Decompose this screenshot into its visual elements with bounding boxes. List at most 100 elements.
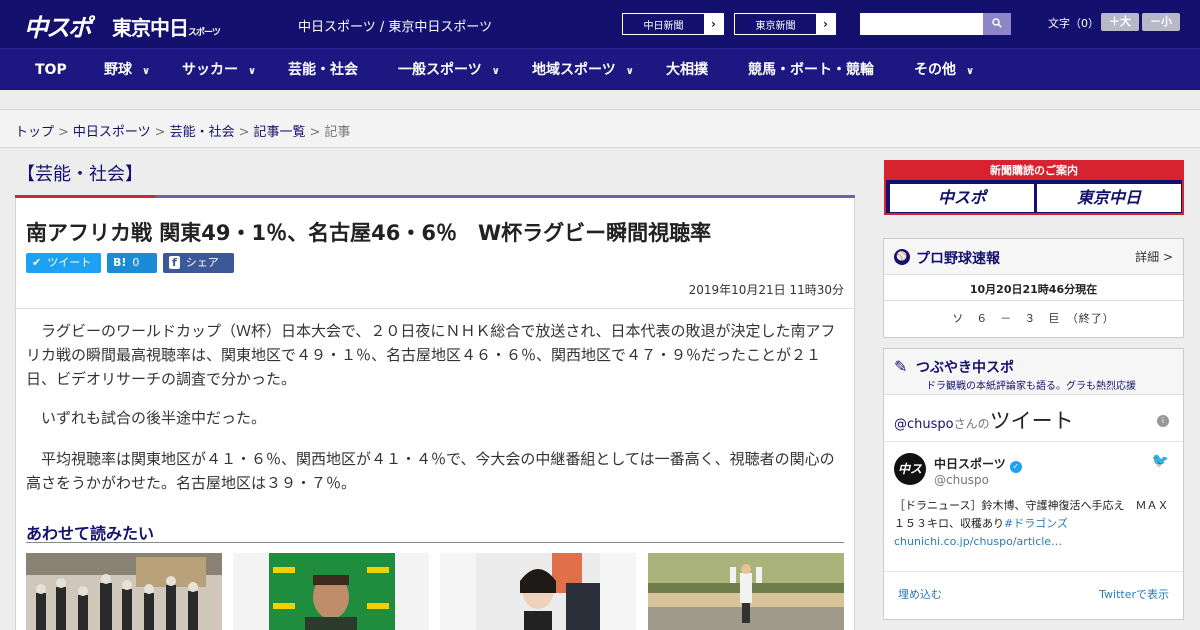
font-smaller-button[interactable]: －小 [1142, 13, 1180, 31]
chevron-down-icon: ∨ [142, 66, 151, 77]
article-headline: 南アフリカ戦 関東49・1％、名古屋46・6％ W杯ラグビー瞬間視聴率 [26, 221, 712, 245]
twitter-widget: ✎ つぶやき中スポ ドラ観戦の本紙評論家も語る。グラも熱烈応援 @chuspoさ… [883, 348, 1184, 620]
nav-entertainment-label: 芸能・社会 [288, 62, 358, 78]
article-paragraph: 平均視聴率は関東地区が４１・６％、関西地区が４１・４％で、今大会の中継番組として… [26, 450, 835, 492]
baseball-score-widget: ⚾ プロ野球速報 詳細 > 10月20日21時46分現在 ソ ６ － ３ 巨 （… [883, 238, 1184, 338]
site-title[interactable]: 中日スポーツ / 東京中日スポーツ [298, 16, 492, 35]
related-divider [26, 542, 844, 543]
ad-chuspo-logo[interactable]: 中スポ [890, 184, 1034, 212]
related-thumbnail[interactable] [26, 553, 222, 630]
tweet-author-name[interactable]: 中日スポーツ ✓ [934, 455, 1022, 473]
nav-other[interactable]: その他 ∨ [914, 49, 974, 91]
article-paragraph: ラグビーのワールドカップ（Ｗ杯）日本大会で、２０日夜にＮＨＫ総合で放送され、日本… [26, 322, 836, 388]
breadcrumb-separator: > [154, 125, 166, 140]
view-on-twitter-link[interactable]: Twitterで表示 [1099, 586, 1169, 602]
subscription-ad[interactable]: 新聞購読のご案内 中スポ 東京中日 [884, 160, 1184, 215]
timeline-tweet-label: ツイート [989, 409, 1074, 433]
timeline-handle[interactable]: @chuspo [894, 417, 954, 432]
chevron-down-icon: ∨ [248, 66, 257, 77]
tokyo-shimbun-link[interactable]: 東京新聞 › [734, 13, 836, 35]
breadcrumb-top[interactable]: トップ [15, 125, 54, 140]
nav-regional-sports[interactable]: 地域スポーツ ∨ [532, 49, 634, 91]
cycling-race-image [648, 553, 844, 630]
breadcrumb-entertainment[interactable]: 芸能・社会 [170, 125, 235, 140]
twitter-widget-subtitle: ドラ観戦の本紙評論家も語る。グラも熱烈応援 [926, 381, 1136, 392]
portrait-image [440, 553, 636, 630]
article-divider [15, 308, 855, 309]
verified-badge-icon: ✓ [1009, 461, 1022, 473]
subscription-ad-heading: 新聞購読のご案内 [886, 162, 1182, 180]
spacer-band [0, 90, 1200, 110]
timeline-heading: @chuspoさんのツイート [894, 405, 1074, 435]
font-bigger-button[interactable]: ＋大 [1101, 13, 1139, 31]
nav-general-sports[interactable]: 一般スポーツ ∨ [398, 49, 500, 91]
related-thumbnail[interactable] [440, 553, 636, 630]
nav-sumo[interactable]: 大相撲 [666, 49, 708, 91]
facebook-share-button[interactable]: f シェア 0 [163, 253, 234, 289]
tweet-text: ［ドラニュース］鈴木博、守護神復活へ手応え ＭＡＸ１５３キロ、収穫あり#ドラゴン… [894, 497, 1174, 551]
main-nav: TOP 野球 ∨ サッカー ∨ 芸能・社会 一般スポーツ ∨ 地域スポーツ ∨ 大相撲 … [0, 48, 1200, 90]
breadcrumb-article-list[interactable]: 記事一覧 [254, 125, 306, 140]
facebook-icon: f [169, 256, 180, 269]
baseball-detail-link[interactable]: 詳細 > [1135, 248, 1173, 265]
breadcrumb-separator: > [58, 125, 69, 140]
breadcrumb-current: 記事 [324, 125, 351, 140]
tweet-author-name-text: 中日スポーツ [934, 457, 1006, 471]
tokyo-logo-main: 東京中日 [112, 16, 189, 40]
nav-racing-label: 競馬・ボート・競輪 [748, 62, 874, 78]
timeline-san: さんの [953, 417, 990, 431]
tokyo-shimbun-label: 東京新聞 [755, 20, 796, 32]
nav-baseball-label: 野球 [104, 62, 132, 78]
breadcrumb-separator: > [238, 125, 250, 140]
info-icon[interactable]: i [1157, 415, 1169, 427]
timeline-footer-divider [884, 571, 1183, 572]
nav-soccer[interactable]: サッカー ∨ [182, 49, 256, 91]
chevron-right-icon: › [704, 14, 723, 34]
nav-entertainment[interactable]: 芸能・社会 [288, 49, 358, 91]
nav-top-label: TOP [35, 62, 67, 78]
baseball-divider [884, 300, 1183, 301]
timeline-divider [884, 441, 1183, 442]
tokyo-chunichi-logo[interactable]: 東京中日スポーツ [112, 12, 221, 41]
chevron-down-icon: ∨ [625, 66, 634, 77]
section-title: 【芸能・社会】 [17, 164, 143, 185]
search-input[interactable] [860, 13, 983, 35]
search-icon [992, 18, 1002, 28]
related-thumbnail[interactable] [233, 553, 429, 630]
nav-top[interactable]: TOP [35, 49, 67, 91]
twitter-widget-title: つぶやき中スポ [916, 360, 1014, 376]
embed-link[interactable]: 埋め込む [898, 586, 942, 602]
chunichi-shimbun-label: 中日新聞 [643, 20, 684, 32]
baseball-score[interactable]: ソ ６ － ３ 巨 （終了） [884, 310, 1183, 326]
related-thumbnail[interactable] [648, 553, 844, 630]
twitter-bird-icon[interactable]: 🐦 [1152, 453, 1169, 469]
chunichi-shimbun-link[interactable]: 中日新聞 › [622, 13, 724, 35]
baseball-widget-header: ⚾ プロ野球速報 詳細 > [884, 239, 1183, 275]
hatena-bookmark-button[interactable]: B! 0 [107, 253, 157, 273]
nav-baseball[interactable]: 野球 ∨ [104, 49, 150, 91]
tweet-label: ツイート [47, 256, 92, 269]
ad-tokyo-chunichi-logo[interactable]: 東京中日 [1037, 184, 1181, 212]
hatena-icon: B! [113, 256, 127, 269]
breadcrumb-chuspo[interactable]: 中日スポーツ [73, 125, 151, 140]
chuspo-logo[interactable]: 中スポ [24, 8, 92, 43]
dance-group-image [26, 553, 222, 630]
baseball-title: プロ野球速報 [916, 251, 1000, 267]
tweet-author-handle[interactable]: @chuspo [934, 473, 989, 487]
nav-general-sports-label: 一般スポーツ [398, 62, 482, 78]
tokyo-logo-small: スポーツ [188, 28, 221, 38]
site-header: 中スポ 東京中日スポーツ 中日スポーツ / 東京中日スポーツ 中日新聞 › 東京… [0, 0, 1200, 48]
avatar[interactable]: 中ス [894, 453, 926, 485]
breadcrumb-separator: > [309, 125, 321, 140]
nav-soccer-label: サッカー [182, 62, 238, 78]
chevron-down-icon: ∨ [966, 66, 975, 77]
rugby-press-image [233, 553, 429, 630]
chevron-down-icon: ∨ [491, 66, 500, 77]
nav-racing[interactable]: 競馬・ボート・競輪 [748, 49, 874, 91]
search-button[interactable] [983, 13, 1011, 35]
tweet-button[interactable]: ✔ ツイート [26, 253, 101, 273]
chevron-right-icon: › [816, 14, 835, 34]
nav-regional-sports-label: 地域スポーツ [532, 62, 616, 78]
font-size-label: 文字（0） [1048, 17, 1099, 30]
twitter-bird-icon: ✔ [32, 256, 42, 269]
